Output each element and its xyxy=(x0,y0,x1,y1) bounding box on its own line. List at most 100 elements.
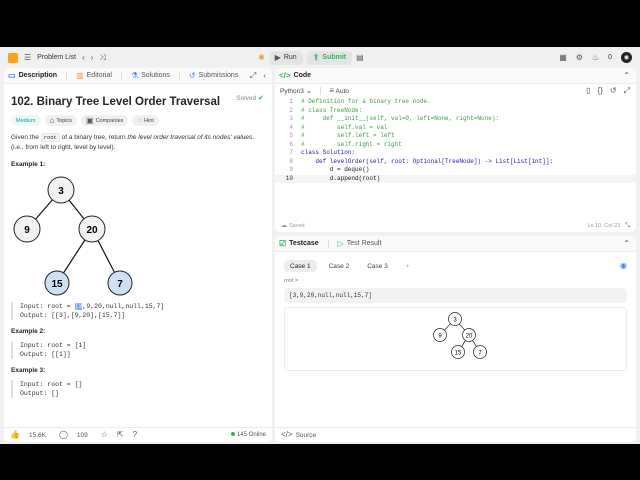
add-case-button[interactable]: + xyxy=(400,260,416,272)
tab-testcase[interactable]: ☑ Testcase xyxy=(279,238,319,248)
share-icon[interactable]: ⇱ xyxy=(117,431,124,439)
collapse-icon[interactable]: ‹ xyxy=(263,71,266,80)
companies-badge[interactable]: ▣ Companies xyxy=(81,115,129,126)
saved-status: Saved xyxy=(289,223,305,229)
example-2-block: Input: root = [1] Output: [[1]] xyxy=(11,341,265,359)
notes-icon[interactable]: ▤ xyxy=(356,53,364,62)
difficulty-badge: Medium xyxy=(11,115,41,126)
source-link[interactable]: Source xyxy=(296,432,317,439)
minimize-icon[interactable]: ⌃ xyxy=(623,71,630,80)
cloud-upload-icon: ⇪ xyxy=(312,52,320,62)
submit-label: Submit xyxy=(322,54,347,61)
source-code-icon: </> xyxy=(281,430,293,439)
tab-case-1[interactable]: Case 1 xyxy=(284,260,317,272)
maximize-icon[interactable]: ⤢ xyxy=(250,71,256,80)
online-count: 145 Online xyxy=(230,432,266,438)
flask-icon: ⚗ xyxy=(130,70,139,80)
avatar[interactable]: ◉ xyxy=(621,52,632,63)
fullscreen-icon[interactable]: ⤢ xyxy=(624,86,630,95)
tree-node-label: 20 xyxy=(86,225,98,236)
topics-badge[interactable]: ⌂ Topics xyxy=(44,115,77,126)
star-icon[interactable]: ☆ xyxy=(101,431,108,439)
code-tabbar: </> Code ⌃ xyxy=(275,68,636,84)
tree-node-label: 20 xyxy=(466,334,473,340)
comment-count: 109 xyxy=(76,431,88,439)
tree-node-label: 3 xyxy=(58,186,64,197)
tab-code[interactable]: </> Code xyxy=(279,70,311,80)
leetcode-app: ☰ Problem List ‹ › ⤨ ✱ ▶ Run ⇪ Submit ▤ … xyxy=(0,47,640,444)
check-circle-icon: ✔ xyxy=(258,95,264,102)
top-bar: ☰ Problem List ‹ › ⤨ ✱ ▶ Run ⇪ Submit ▤ … xyxy=(0,47,640,68)
active-code-line: 10 d.append(root) xyxy=(275,174,636,183)
problem-list-link[interactable]: Problem List xyxy=(37,54,76,61)
tree-node-label: 7 xyxy=(117,279,123,290)
streak-icon[interactable]: ♨ xyxy=(592,53,599,62)
example-2-title: Example 2: xyxy=(11,328,46,335)
lock-icon: ≡ xyxy=(329,85,335,95)
example-1-title: Example 1: xyxy=(11,161,46,168)
testcase-footer: </> Source xyxy=(275,427,636,442)
help-icon[interactable]: ? xyxy=(133,431,137,439)
root-label: root = xyxy=(284,278,299,284)
testcase-tree-diagram: 3 9 20 15 7 xyxy=(433,312,487,359)
code-line: # class TreeNode: xyxy=(301,106,363,114)
language-select[interactable]: Python3 ⌄ xyxy=(280,85,313,95)
submit-button[interactable]: ⇪ Submit xyxy=(306,50,353,65)
tree-node-label: 15 xyxy=(455,351,462,357)
play-icon: ▶ xyxy=(274,52,281,62)
inline-code-root: root xyxy=(40,133,60,142)
tab-submissions[interactable]: ↺ Submissions xyxy=(189,71,238,80)
code-line: def levelOrder(self, root: Optional[Tree… xyxy=(301,157,554,165)
layout-icon[interactable]: ▦ xyxy=(559,53,567,62)
tab-case-3[interactable]: Case 3 xyxy=(361,260,394,272)
format-icon[interactable]: {} xyxy=(598,86,603,95)
eye-icon[interactable]: ◉ xyxy=(620,260,627,272)
description-tabs: ▭ Description ▥ Editorial ⚗ Solutions ↺ … xyxy=(4,68,272,84)
code-toolbar: Python3 ⌄ ≡ Auto ▯ {} ↺ ⤢ xyxy=(275,84,636,97)
cloud-icon: ☁ xyxy=(281,223,287,229)
terminal-icon: ▷ xyxy=(337,238,344,248)
code-icon: </> xyxy=(279,70,291,80)
code-editor[interactable]: 1 # Definition for a binary tree node. 2 #… xyxy=(275,98,636,183)
code-line: d = deque() xyxy=(301,166,370,173)
tab-description[interactable]: ▭ Description xyxy=(8,70,57,80)
tab-test-result[interactable]: ▷ Test Result xyxy=(337,238,382,248)
document-icon: ▭ xyxy=(8,70,16,80)
prev-problem-icon[interactable]: ‹ xyxy=(82,53,85,62)
checkbox-icon: ☑ xyxy=(279,238,287,248)
next-problem-icon[interactable]: › xyxy=(91,53,94,62)
problem-description: Given the root of a binary tree, return … xyxy=(11,133,255,151)
minimize-icon[interactable]: ⌃ xyxy=(623,239,630,248)
debug-icon[interactable]: ✱ xyxy=(258,53,265,62)
example-3-title: Example 3: xyxy=(11,367,46,374)
tab-case-2[interactable]: Case 2 xyxy=(323,260,356,272)
like-count: 15.6K xyxy=(28,431,46,439)
problem-title: 102. Binary Tree Level Order Traversal xyxy=(11,96,221,108)
solved-indicator: Solved ✔ xyxy=(236,95,264,102)
lightbulb-icon: ◌ xyxy=(137,115,143,125)
run-button[interactable]: ▶ Run xyxy=(268,50,303,65)
comment-icon[interactable]: ◯ xyxy=(59,431,68,439)
hint-badge[interactable]: ◌ Hint xyxy=(132,115,159,126)
testcase-tabbar: ☑ Testcase ▷ Test Result ⌃ xyxy=(275,236,636,252)
root-input[interactable]: [3,9,20,null,null,15,7] xyxy=(284,288,627,303)
tab-editorial[interactable]: ▥ Editorial xyxy=(76,71,112,80)
shuffle-icon[interactable]: ⤨ xyxy=(99,53,105,62)
case-tabs: Case 1 Case 2 Case 3 + ◉ xyxy=(275,252,636,272)
bookmark-icon[interactable]: ▯ xyxy=(586,86,590,95)
cursor-position: Ln 10, Col 23 xyxy=(587,223,621,229)
tree-node-label: 15 xyxy=(51,279,63,290)
run-label: Run xyxy=(283,54,297,61)
chevron-down-icon: ⌄ xyxy=(305,85,313,95)
reset-icon[interactable]: ↺ xyxy=(610,86,617,95)
tab-solutions[interactable]: ⚗ Solutions xyxy=(130,70,170,80)
thumbs-up-icon[interactable]: 👍 xyxy=(10,431,20,439)
example-1-block: Input: root = [3,9,20,null,null,15,7] Ou… xyxy=(11,302,265,320)
code-panel: </> Code ⌃ Python3 ⌄ ≡ Auto ▯ {} ↺ ⤢ 1 # … xyxy=(275,68,636,232)
settings-icon[interactable]: ⚙ xyxy=(576,53,583,62)
testcase-tree-preview: 3 9 20 15 7 xyxy=(284,307,627,371)
code-line: # self.val = val xyxy=(301,123,388,131)
autocomplete-mode[interactable]: ≡ Auto xyxy=(329,85,349,95)
expand-icon[interactable]: ⤡ xyxy=(625,223,630,229)
leetcode-logo-icon[interactable] xyxy=(8,52,18,63)
